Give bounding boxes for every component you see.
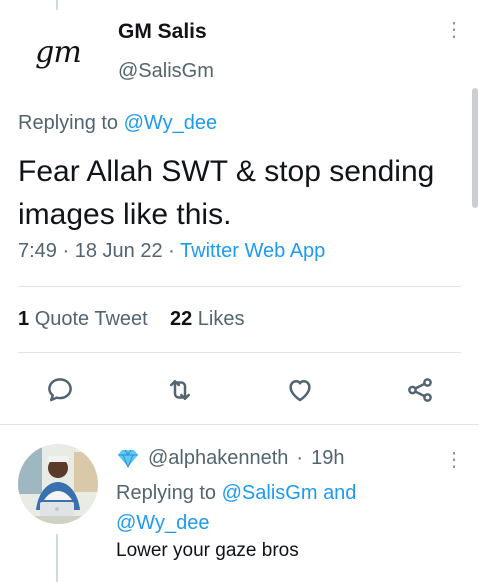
divider [18,352,461,353]
diamond-icon [118,449,138,469]
reply-more-options-icon[interactable]: ⋮ [444,450,464,470]
reply-replying-to: Replying to @SalisGm and @Wy_dee [116,478,436,538]
likes-label: Likes [197,308,245,330]
author-name[interactable]: GM Salis [118,20,207,44]
replying-to-line: Replying to @Wy_dee [18,112,217,135]
reply-conjunction: and [323,482,357,504]
author-avatar[interactable]: gm [18,12,98,92]
scrollbar[interactable] [472,88,478,208]
tweet-stats: 1 Quote Tweet 22 Likes [18,308,244,331]
author-handle[interactable]: @SalisGm [118,60,214,83]
heart-icon [289,380,311,402]
retweet-icon [170,380,190,400]
reply-author-avatar[interactable] [18,444,98,524]
reply-author-handle[interactable]: @alphakenneth [148,447,288,470]
divider [18,286,461,287]
reply-separator: · [296,446,304,469]
likes-link[interactable]: 22 Likes [170,308,245,330]
more-options-icon[interactable]: ⋮ [444,20,464,40]
like-button[interactable] [284,374,316,406]
meta-separator: · [168,240,175,262]
divider [0,424,479,425]
thread-line-bottom [56,534,58,582]
tweet-source[interactable]: Twitter Web App [180,240,325,262]
share-button[interactable] [404,374,436,406]
retweet-button[interactable] [164,374,196,406]
thread-line-top [56,0,58,10]
author-logo: gm [35,34,82,70]
reply-replying-prefix: Replying to [116,482,217,504]
tweet-meta: 7:49 · 18 Jun 22 · Twitter Web App [18,240,325,263]
reply-text: Lower your gaze bros [116,540,299,561]
quote-count: 1 [18,308,30,330]
reply-mention-2[interactable]: @Wy_dee [116,512,210,534]
tweet-date[interactable]: 18 Jun 22 [75,240,163,262]
reply-icon [48,378,72,402]
share-icon [408,378,432,402]
quote-label: Quote Tweet [34,308,148,330]
replying-to-link[interactable]: @Wy_dee [124,112,218,134]
tweet-time[interactable]: 7:49 [18,240,57,262]
replying-prefix: Replying to [18,112,119,134]
reply-mention-1[interactable]: @SalisGm [222,482,318,504]
reply-header: @alphakenneth · 19h [116,446,344,470]
avatar-photo [18,444,98,524]
reply-button[interactable] [44,374,76,406]
quote-tweets-link[interactable]: 1 Quote Tweet [18,308,148,330]
meta-separator: · [62,240,70,262]
likes-count: 22 [169,308,193,330]
tweet-text: Fear Allah SWT & stop sending images lik… [18,155,435,231]
reply-time[interactable]: 19h [311,447,344,470]
